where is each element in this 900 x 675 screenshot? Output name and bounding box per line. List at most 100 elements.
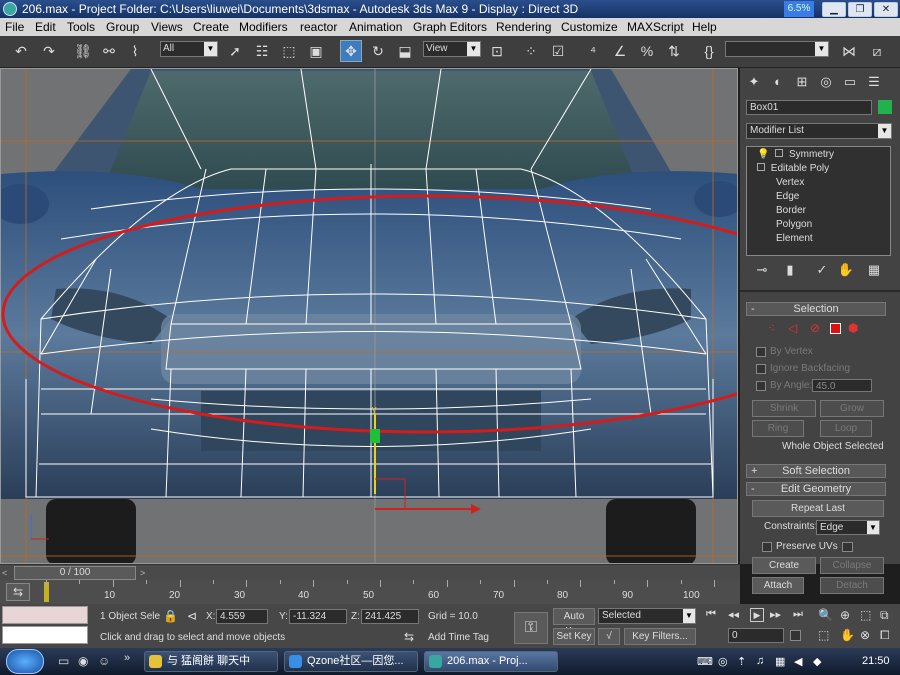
time-slider[interactable]: 0 / 100 < > [0,564,740,580]
keyboard-shortcut-toggle-icon[interactable]: ☑ [547,40,569,62]
show-end-result-icon[interactable]: ▮ [780,260,800,280]
snaps-toggle-icon[interactable]: ⁴ [582,40,604,62]
next-frame-icon[interactable]: ▸▸ [770,608,781,621]
track-bar[interactable]: ⇆ 10 20 30 40 50 60 70 80 90 100 [0,580,740,604]
stack-item-edge[interactable]: Edge [747,190,889,204]
z-coordinate-field[interactable]: 241.425 [361,609,419,624]
lock-icon[interactable]: 🔒 [163,609,178,623]
go-to-start-icon[interactable]: ⏮ [706,608,716,621]
display-tab-icon[interactable]: ▭ [840,72,860,92]
mirror-icon[interactable]: ⋈ [838,40,860,62]
time-slider-thumb[interactable]: 0 / 100 [14,566,136,580]
key-icon[interactable]: ⚿ [514,612,548,644]
quicklaunch-more-icon[interactable]: » [124,652,130,664]
previous-frame-icon[interactable]: ◂◂ [728,608,739,621]
attach-button[interactable]: Attach [752,577,804,594]
select-and-link-icon[interactable]: ⛓ [72,40,94,62]
stack-item-editable-poly[interactable]: Editable Poly [747,162,889,176]
time-config-icon[interactable] [790,630,801,641]
menu-customize[interactable]: Customize [561,18,618,36]
modify-tab-icon[interactable]: ◐ [768,72,788,92]
menu-modifiers[interactable]: Modifiers [239,18,288,36]
current-frame-field[interactable]: 0 [728,628,784,643]
mini-curve-editor-icon[interactable]: ⇆ [6,583,30,601]
repeat-last-button[interactable]: Repeat Last [752,500,884,517]
menu-maxscript[interactable]: MAXScript [627,18,684,36]
menu-reactor[interactable]: reactor [300,18,337,36]
key-filter-dropdown[interactable]: Selected ▼ [598,608,696,624]
stack-item-polygon[interactable]: Polygon [747,218,889,232]
angle-snap-icon[interactable]: ∠ [609,40,631,62]
polygon-mode-icon[interactable] [830,323,841,334]
network-icon[interactable]: ▦ [775,655,785,668]
taskbar-item-qzone[interactable]: Qzone社区—因您... [284,651,418,672]
grow-button[interactable]: Grow [820,400,884,417]
close-button[interactable]: ✕ [874,2,898,17]
go-to-end-icon[interactable]: ⏭ [793,608,803,621]
zoom-extents-all-icon[interactable]: ⧉ [880,608,889,623]
add-time-tag-button[interactable]: Add Time Tag [428,632,489,643]
ignore-backfacing-checkbox[interactable] [756,364,766,374]
bind-to-space-warp-icon[interactable]: ⌇ [124,40,146,62]
arc-rotate-icon[interactable]: ⊗ [860,628,870,642]
object-color-swatch[interactable] [878,100,892,114]
menu-rendering[interactable]: Rendering [496,18,551,36]
taskbar-item-3dsmax[interactable]: 206.max - Proj... [424,651,558,672]
stack-item-border[interactable]: Border [747,204,889,218]
tray-icon-2[interactable]: ⇡ [737,655,746,668]
next-frame-icon[interactable]: > [140,566,150,580]
menu-help[interactable]: Help [692,18,717,36]
detach-button[interactable]: Detach [820,577,884,594]
minimize-button[interactable]: ▁ [822,2,846,17]
stack-item-symmetry[interactable]: 💡 Symmetry [747,148,889,162]
vertex-mode-icon[interactable]: ⁖ [768,321,775,335]
start-button[interactable] [6,649,44,674]
select-object-icon[interactable]: ➚ [224,40,246,62]
quicklaunch-icon[interactable]: ☺ [98,654,110,668]
tray-icon-1[interactable]: ◎ [718,655,728,668]
edit-named-selection-icon[interactable]: {} [698,40,720,62]
element-mode-icon[interactable]: ⬢ [848,321,858,335]
select-by-name-icon[interactable]: ☷ [251,40,273,62]
pivot-center-icon[interactable]: ⊡ [486,40,508,62]
collapse-button[interactable]: Collapse [820,557,884,574]
object-name-field[interactable]: Box01 [746,100,872,115]
undo-icon[interactable]: ↶ [10,40,32,62]
utilities-tab-icon[interactable]: ☰ [864,72,884,92]
shrink-button[interactable]: Shrink [752,400,816,417]
named-selection-dropdown[interactable]: ▼ [725,41,829,57]
select-and-rotate-icon[interactable]: ↻ [367,40,389,62]
by-angle-checkbox[interactable] [756,381,766,391]
selection-rollout-header[interactable]: - Selection [746,302,886,316]
zoom-icon[interactable]: 🔍 [818,608,833,622]
zoom-extents-icon[interactable]: ⬚ [860,608,871,622]
create-tab-icon[interactable]: ✦ [744,72,764,92]
field-of-view-icon[interactable]: ⬚ [818,628,829,642]
language-bar-icon[interactable]: ⌨ [697,655,713,668]
menu-views[interactable]: Views [151,18,183,36]
select-and-scale-icon[interactable]: ⬓ [394,40,416,62]
edge-mode-icon[interactable]: ◁ [788,321,797,335]
tray-icon-4[interactable]: ◆ [813,655,821,668]
menu-edit[interactable]: Edit [35,18,56,36]
preserve-uvs-settings-icon[interactable] [842,542,853,552]
by-angle-spinner[interactable]: 45.0 [812,379,872,392]
volume-icon[interactable]: ◀ [794,655,802,668]
reference-coordinate-dropdown[interactable]: View ▼ [423,41,481,57]
hierarchy-tab-icon[interactable]: ⊞ [792,72,812,92]
front-viewport[interactable]: y [0,68,738,564]
menu-animation[interactable]: Animation [349,18,402,36]
menu-group[interactable]: Group [106,18,139,36]
select-and-manipulate-icon[interactable]: ⁘ [520,40,542,62]
menu-file[interactable]: File [5,18,24,36]
make-unique-icon[interactable]: ✓ [812,260,832,280]
maxscript-listener-pink[interactable] [2,606,88,624]
remove-modifier-icon[interactable]: ✋ [836,260,856,280]
loop-button[interactable]: Loop [820,420,872,437]
preserve-uvs-checkbox[interactable] [762,542,772,552]
motion-tab-icon[interactable]: ◎ [816,72,836,92]
absolute-mode-icon[interactable]: ⊲ [187,609,197,623]
modifier-list-dropdown[interactable]: Modifier List ▼ [746,123,892,139]
x-coordinate-field[interactable]: 4.559 [216,609,268,624]
menu-create[interactable]: Create [193,18,229,36]
